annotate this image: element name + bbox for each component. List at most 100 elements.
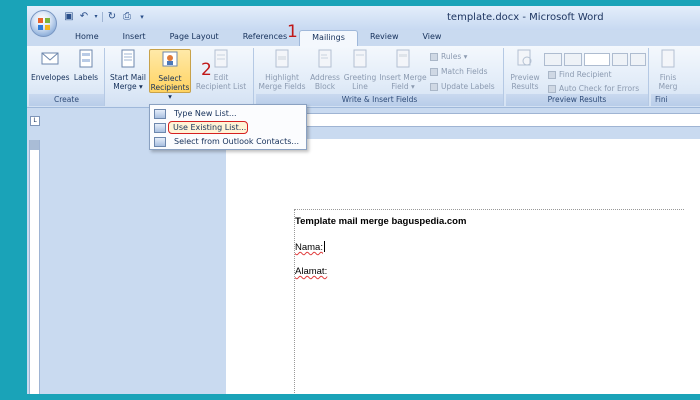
text-cursor [323, 241, 325, 252]
tab-insert[interactable]: Insert [111, 30, 158, 46]
preview-label-2: Results [511, 82, 539, 91]
document-page[interactable]: Template mail merge baguspedia.com Nama:… [226, 139, 700, 394]
finish-merge-icon [661, 49, 675, 68]
address-label-2: Block [314, 82, 336, 91]
office-button[interactable] [30, 10, 57, 37]
select-recipients-label-2: Recipients ▾ [150, 83, 190, 101]
greeting-line-button[interactable]: Greeting Line [342, 49, 378, 91]
group-create: Envelopes Labels Create [29, 48, 105, 106]
start-mail-merge-label-1: Start Mail [110, 73, 146, 82]
group-start-mail-merge: Start Mail Merge ▾ Select Recipients ▾ E… [107, 48, 254, 106]
edit-recipient-list-icon [214, 49, 228, 68]
address-block-button[interactable]: Address Block [308, 49, 342, 91]
update-labels-icon [430, 82, 438, 91]
rules-icon [430, 52, 438, 61]
tab-mailings[interactable]: Mailings [299, 30, 358, 46]
highlight-label-2: Merge Fields [258, 82, 306, 91]
insert-merge-field-icon [396, 49, 410, 68]
menu-item-label: Use Existing List... [173, 123, 247, 132]
menu-item-use-existing-list[interactable]: Use Existing List... [168, 121, 248, 134]
print-preview-icon[interactable]: ⎙ [121, 11, 133, 23]
annotation-step-1: 1 [287, 22, 298, 42]
start-mail-merge-button[interactable]: Start Mail Merge ▾ [109, 49, 147, 91]
alamat-line[interactable]: Alamat: [295, 266, 327, 277]
group-create-label: Create [29, 94, 104, 106]
quick-access-toolbar: ▣ ↶ ▾ ↻ ⎙ ▾ [63, 11, 148, 23]
insert-merge-field-button[interactable]: Insert Merge Field ▾ [378, 49, 428, 91]
redo-icon[interactable]: ↻ [106, 11, 118, 23]
tab-view[interactable]: View [410, 30, 453, 46]
update-labels-label: Update Labels [441, 82, 495, 91]
select-recipients-icon [162, 51, 178, 67]
greeting-label-2: Line [352, 82, 368, 91]
highlight-merge-fields-button[interactable]: Highlight Merge Fields [256, 49, 308, 91]
ruler-tab-selector[interactable]: L [30, 116, 40, 126]
next-record-button[interactable] [612, 53, 628, 66]
alamat-label: Alamat: [295, 266, 328, 277]
qat-separator [102, 12, 103, 22]
document-heading[interactable]: Template mail merge baguspedia.com [295, 216, 466, 227]
tab-review[interactable]: Review [358, 30, 411, 46]
address-block-icon [318, 49, 332, 68]
vertical-ruler[interactable] [29, 140, 40, 394]
update-labels-button[interactable]: Update Labels [430, 82, 495, 91]
greeting-line-icon [353, 49, 367, 68]
labels-button[interactable]: Labels [71, 49, 101, 82]
finish-label-2: Merg [658, 82, 678, 91]
find-recipient-button[interactable]: Find Recipient [548, 70, 612, 79]
word-window: ▣ ↶ ▾ ↻ ⎙ ▾ template.docx - Microsoft Wo… [27, 6, 700, 394]
last-record-button[interactable] [630, 53, 646, 66]
find-recipient-icon [548, 70, 556, 79]
first-record-button[interactable] [544, 53, 562, 66]
rules-button[interactable]: Rules ▾ [430, 52, 467, 61]
nama-line[interactable]: Nama: [295, 241, 325, 253]
start-mail-merge-icon [121, 49, 135, 68]
match-fields-button[interactable]: Match Fields [430, 67, 488, 76]
ribbon: Envelopes Labels Create Start Mail Merge… [27, 46, 700, 108]
previous-record-button[interactable] [564, 53, 582, 66]
save-icon[interactable]: ▣ [63, 11, 75, 23]
highlight-merge-fields-icon [275, 49, 289, 68]
envelopes-button[interactable]: Envelopes [31, 49, 70, 82]
group-preview-results: Preview Results Find Recipient Auto Chec… [506, 48, 649, 106]
ruler-margin [30, 140, 39, 150]
undo-icon[interactable]: ↶ [78, 11, 90, 23]
nama-label: Nama: [295, 242, 323, 253]
qat-customize-icon[interactable]: ▾ [136, 11, 148, 23]
window-title: template.docx - Microsoft Word [447, 12, 604, 23]
group-write-insert-fields: Highlight Merge Fields Address Block Gre… [256, 48, 504, 106]
record-number-input[interactable] [584, 53, 610, 66]
finish-merge-button[interactable]: Finis Merg [653, 49, 683, 91]
outlook-contacts-icon [154, 136, 166, 147]
rules-label: Rules ▾ [441, 52, 468, 61]
preview-label-1: Preview [510, 73, 540, 82]
existing-list-icon [154, 123, 166, 133]
find-recipient-label: Find Recipient [559, 70, 612, 79]
insert-merge-label-1: Insert Merge [379, 73, 427, 82]
horizontal-ruler[interactable] [242, 113, 700, 127]
new-list-icon [154, 108, 166, 119]
insert-merge-label-2: Field ▾ [391, 82, 415, 91]
tab-home[interactable]: Home [63, 30, 111, 46]
text-boundary [294, 209, 684, 394]
title-bar: ▣ ↶ ▾ ↻ ⎙ ▾ template.docx - Microsoft Wo… [27, 6, 700, 30]
select-recipients-button[interactable]: Select Recipients ▾ [149, 49, 191, 101]
group-finish: Finis Merg Fini [651, 48, 700, 106]
undo-dropdown-icon[interactable]: ▾ [93, 11, 99, 23]
preview-results-button[interactable]: Preview Results [508, 49, 542, 91]
auto-check-errors-button[interactable]: Auto Check for Errors [548, 84, 639, 93]
start-mail-merge-label-2: Merge ▾ [113, 82, 143, 91]
menu-item-label: Select from Outlook Contacts... [174, 137, 299, 146]
highlight-label-1: Highlight [265, 73, 299, 82]
menu-item-type-new-list[interactable]: Type New List... [152, 107, 304, 120]
group-finish-label: Fini [651, 94, 700, 106]
preview-results-icon [517, 49, 532, 66]
menu-item-select-outlook-contacts[interactable]: Select from Outlook Contacts... [152, 135, 304, 148]
ribbon-tabs: Home Insert Page Layout References Maili… [63, 30, 453, 46]
tab-page-layout[interactable]: Page Layout [158, 30, 231, 46]
labels-label: Labels [73, 73, 99, 82]
address-label-1: Address [310, 73, 340, 82]
match-fields-label: Match Fields [441, 67, 488, 76]
auto-check-label: Auto Check for Errors [559, 84, 640, 93]
edit-recipient-label-2: Recipient List [195, 82, 247, 91]
